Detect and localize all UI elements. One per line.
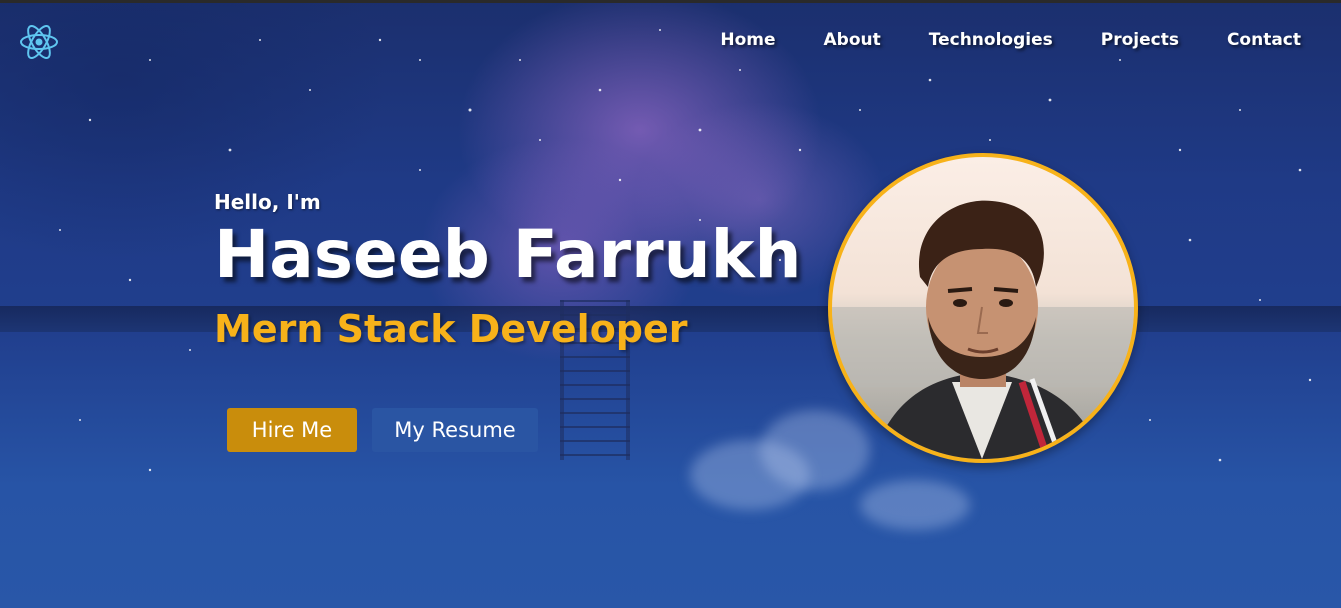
cloud (860, 480, 970, 530)
developer-name: Haseeb Farrukh (214, 216, 802, 293)
react-atom-icon[interactable] (18, 22, 60, 62)
nav-home[interactable]: Home (720, 30, 775, 50)
nav-technologies[interactable]: Technologies (929, 30, 1053, 50)
nav-about[interactable]: About (824, 30, 881, 50)
nav-contact[interactable]: Contact (1227, 30, 1301, 50)
nav-projects[interactable]: Projects (1101, 30, 1179, 50)
cloud (760, 410, 870, 490)
profile-photo (828, 153, 1138, 463)
hero-page: Home About Technologies Projects Contact… (0, 0, 1341, 608)
main-nav: Home About Technologies Projects Contact (720, 30, 1301, 50)
hero-buttons: Hire Me My Resume (227, 408, 538, 452)
hire-me-button[interactable]: Hire Me (227, 408, 357, 452)
resume-button[interactable]: My Resume (372, 408, 538, 452)
hero-text: Hello, I'm Haseeb Farrukh Mern Stack Dev… (214, 190, 802, 351)
developer-role: Mern Stack Developer (214, 307, 688, 351)
greeting-text: Hello, I'm (214, 190, 321, 214)
